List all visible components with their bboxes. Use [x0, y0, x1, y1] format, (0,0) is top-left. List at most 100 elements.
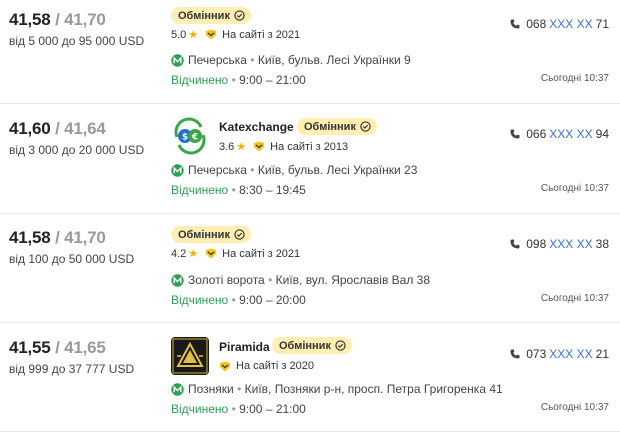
- separator-dot: •: [231, 402, 236, 416]
- open-status: Відчинено: [171, 73, 229, 87]
- separator-dot: •: [231, 293, 236, 307]
- metro-station: Позняки: [188, 382, 234, 396]
- star-icon: ★: [236, 141, 247, 153]
- working-hours: 9:00 – 21:00: [239, 73, 306, 87]
- svg-text:$: $: [182, 133, 188, 143]
- updated-time: Сьогодні 10:37: [540, 183, 609, 194]
- award-badge-icon: [206, 29, 217, 40]
- rates-block: 41,60 / 41,64 від 3 000 до 20 000 USD: [9, 119, 144, 157]
- address-text: Київ, бульв. Лесі Українки 9: [257, 53, 411, 67]
- phone-prefix: 068: [526, 17, 547, 31]
- exchanger-name[interactable]: Katexchange: [219, 120, 294, 134]
- sell-rate: 41,64: [64, 119, 106, 138]
- katexchange-logo-icon: $ €: [174, 117, 206, 155]
- separator-dot: •: [231, 73, 236, 87]
- exchanger-name[interactable]: Piramida: [219, 340, 270, 354]
- address-text: Київ, бульв. Лесі Українки 23: [257, 163, 418, 177]
- hours-line: Відчинено • 9:00 – 21:00: [171, 73, 306, 87]
- exchange-offers-list: 41,58 / 41,70 від 5 000 до 95 000 USD Об…: [0, 0, 620, 439]
- since-text: На сайті з 2013: [270, 140, 349, 153]
- badge-label: Обмінник: [178, 228, 230, 241]
- phone-prefix: 098: [526, 237, 547, 251]
- exchanger-badge: Обмінник: [272, 337, 352, 354]
- star-icon: ★: [188, 29, 199, 41]
- offer-row[interactable]: 41,58 / 41,70 від 5 000 до 95 000 USD Об…: [0, 0, 620, 104]
- check-circle-icon: [234, 229, 245, 240]
- address-line[interactable]: Печерська • Київ, бульв. Лесі Українки 2…: [171, 163, 417, 177]
- buy-rate: 41,58: [9, 10, 51, 29]
- sell-rate: 41,70: [64, 228, 106, 247]
- phone-link[interactable]: 068 XXX XX 71: [510, 17, 609, 31]
- badge-label: Обмінник: [304, 120, 356, 133]
- phone-link[interactable]: 066 XXX XX 94: [510, 127, 609, 141]
- badge-label: Обмінник: [178, 9, 230, 22]
- separator-dot: •: [250, 163, 255, 177]
- rate-pair: 41,58 / 41,70: [9, 228, 134, 248]
- phone-hidden-digits[interactable]: XXX XX: [549, 237, 592, 251]
- offer-row[interactable]: 41,55 / 41,65 від 999 до 37 777 USD Pira…: [0, 323, 620, 432]
- separator-dot: •: [250, 53, 255, 67]
- exchanger-badge: Обмінник: [171, 7, 251, 24]
- rate-pair: 41,60 / 41,64: [9, 119, 144, 139]
- address-line[interactable]: Печерська • Київ, бульв. Лесі Українки 9: [171, 53, 411, 67]
- exchanger-badge: Обмінник: [171, 226, 251, 243]
- rate-separator: /: [55, 338, 60, 357]
- address-line[interactable]: Золоті ворота • Київ, вул. Ярославів Вал…: [171, 273, 430, 287]
- separator-dot: •: [268, 273, 273, 287]
- exchanger-badge: Обмінник: [297, 118, 377, 135]
- rating-line: На сайті з 2020: [219, 360, 314, 372]
- rate-pair: 41,55 / 41,65: [9, 338, 134, 358]
- metro-station: Печерська: [188, 53, 247, 67]
- award-badge-icon: [220, 361, 230, 371]
- offer-row[interactable]: 41,58 / 41,70 від 100 до 50 000 USD Обмі…: [0, 214, 620, 323]
- phone-icon: [510, 349, 520, 359]
- award-badge-icon: [254, 141, 265, 152]
- rating-value: 4.2: [171, 247, 187, 260]
- rating-value: 3.6: [219, 140, 235, 153]
- open-status: Відчинено: [171, 293, 229, 307]
- buy-rate: 41,60: [9, 119, 51, 138]
- amount-range: від 100 до 50 000 USD: [9, 252, 135, 266]
- amount-range: від 5 000 до 95 000 USD: [9, 34, 145, 48]
- phone-hidden-digits[interactable]: XXX XX: [549, 17, 592, 31]
- rate-separator: /: [55, 119, 60, 138]
- metro-m-icon: [171, 53, 184, 67]
- amount-range: від 3 000 до 20 000 USD: [9, 143, 145, 157]
- rating-line: 3.6 ★ На сайті з 2013: [219, 140, 349, 154]
- buy-rate: 41,58: [9, 228, 51, 247]
- metro-m-icon: [171, 382, 184, 396]
- rating-value: 5.0: [171, 28, 187, 41]
- phone-hidden-digits[interactable]: XXX XX: [549, 127, 592, 141]
- buy-rate: 41,55: [9, 338, 51, 357]
- rates-block: 41,58 / 41,70 від 5 000 до 95 000 USD: [9, 10, 144, 48]
- hours-line: Відчинено • 9:00 – 21:00: [171, 402, 306, 416]
- phone-link[interactable]: 098 XXX XX 38: [510, 237, 609, 251]
- offer-row[interactable]: 41,60 / 41,64 від 3 000 до 20 000 USD $ …: [0, 104, 620, 214]
- phone-suffix: 38: [595, 237, 609, 251]
- exchanger-logo[interactable]: $ €: [171, 117, 209, 155]
- phone-icon: [510, 129, 520, 139]
- exchanger-logo[interactable]: [171, 337, 209, 375]
- working-hours: 8:30 – 19:45: [239, 183, 306, 197]
- piramida-logo-icon: [172, 338, 208, 374]
- hours-line: Відчинено • 8:30 – 19:45: [171, 183, 306, 197]
- rate-separator: /: [55, 228, 60, 247]
- svg-text:€: €: [191, 133, 198, 143]
- metro-m-icon: [171, 163, 184, 177]
- updated-time: Сьогодні 10:37: [540, 73, 609, 84]
- rates-block: 41,55 / 41,65 від 999 до 37 777 USD: [9, 338, 134, 376]
- rating-line: 5.0 ★ На сайті з 2021: [171, 28, 300, 42]
- phone-link[interactable]: 073 XXX XX 21: [510, 347, 609, 361]
- separator-dot: •: [237, 382, 242, 396]
- address-line[interactable]: Позняки • Київ, Позняки р-н, просп. Петр…: [171, 382, 503, 396]
- check-circle-icon: [335, 340, 346, 351]
- check-circle-icon: [234, 10, 245, 21]
- working-hours: 9:00 – 21:00: [239, 402, 306, 416]
- amount-range: від 999 до 37 777 USD: [9, 362, 135, 376]
- open-status: Відчинено: [171, 402, 229, 416]
- phone-suffix: 21: [595, 347, 609, 361]
- working-hours: 9:00 – 20:00: [239, 293, 306, 307]
- phone-hidden-digits[interactable]: XXX XX: [549, 347, 592, 361]
- sell-rate: 41,65: [64, 338, 106, 357]
- since-text: На сайті з 2020: [236, 360, 314, 372]
